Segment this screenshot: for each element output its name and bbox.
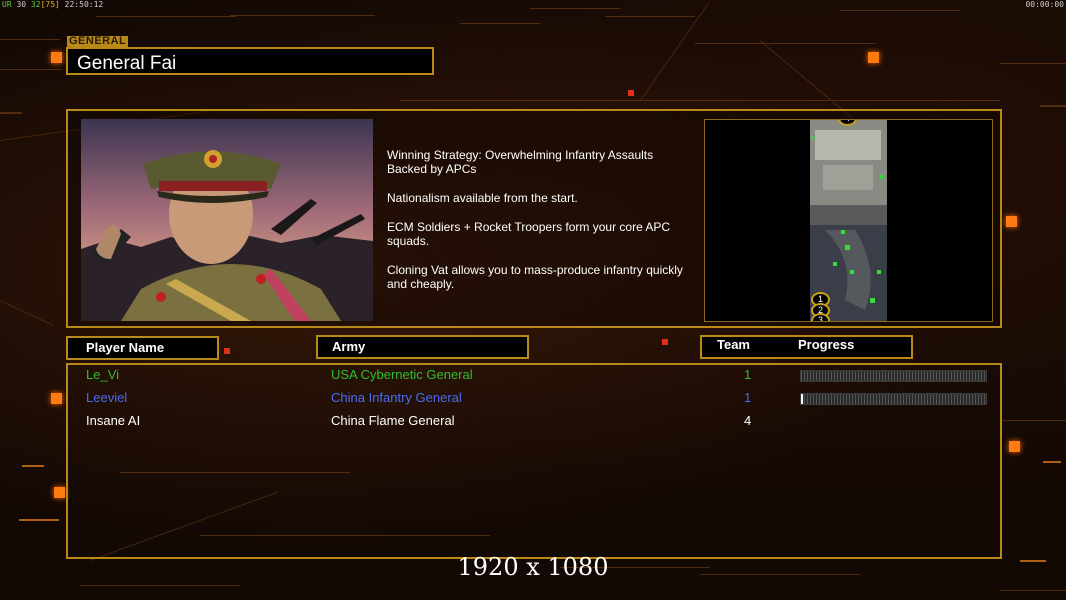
general-info-panel: Winning Strategy: Overwhelming Infantry …	[66, 109, 1002, 328]
hud-stats: UR 30 32[75] 22:50:12	[2, 0, 103, 9]
map-preview: 4 1 2 3	[704, 119, 993, 322]
player-row: Le_Vi USA Cybernetic General 1	[68, 366, 1000, 384]
general-tag: GENERAL	[67, 35, 129, 47]
general-name-box: General Fai	[66, 47, 434, 75]
player-row: Insane AI China Flame General 4	[68, 412, 1000, 430]
resolution-label: 1920 x 1080	[457, 553, 609, 581]
strategy-description: Winning Strategy: Overwhelming Infantry …	[387, 148, 707, 306]
player-team: 4	[744, 413, 752, 428]
player-list: Le_Vi USA Cybernetic General 1 Leeviel C…	[66, 363, 1002, 559]
loading-progress-bar	[800, 370, 987, 382]
strategy-line: Cloning Vat allows you to mass-produce i…	[387, 263, 683, 291]
player-name: Insane AI	[86, 413, 141, 428]
strategy-line: ECM Soldiers + Rocket Troopers form your…	[387, 220, 671, 248]
hud-fps: 30	[16, 0, 27, 9]
progress-fill	[801, 394, 803, 404]
strategy-line: Winning Strategy: Overwhelming Infantry …	[387, 148, 654, 176]
player-army: China Infantry General	[331, 390, 462, 405]
hud-timer: 00:00:00	[1025, 0, 1064, 9]
player-row: Leeviel China Infantry General 1	[68, 389, 1000, 407]
player-team: 1	[744, 367, 752, 382]
header-army-label: Army	[332, 339, 366, 354]
player-name: Le_Vi	[86, 367, 120, 382]
player-army: China Flame General	[331, 413, 455, 428]
hud-a: 32	[30, 0, 41, 9]
header-player-label: Player Name	[86, 340, 165, 355]
header-army: Army	[316, 335, 529, 359]
header-team-label: Team	[717, 337, 750, 352]
strategy-line: Nationalism available from the start.	[387, 191, 578, 205]
hud-ur: UR	[2, 0, 12, 9]
start-position-marker: 3	[811, 313, 830, 321]
player-name: Leeviel	[86, 390, 128, 405]
loading-progress-bar	[800, 393, 987, 405]
player-team: 1	[744, 390, 752, 405]
header-team-progress: Team Progress	[700, 335, 913, 359]
header-progress-label: Progress	[798, 337, 855, 352]
hud-clock: 22:50:12	[64, 0, 104, 9]
general-portrait	[81, 119, 373, 321]
general-name: General Fai	[77, 53, 177, 74]
hud-b: [75]	[40, 0, 60, 9]
player-army: USA Cybernetic General	[331, 367, 473, 382]
header-player-name: Player Name	[66, 336, 219, 360]
